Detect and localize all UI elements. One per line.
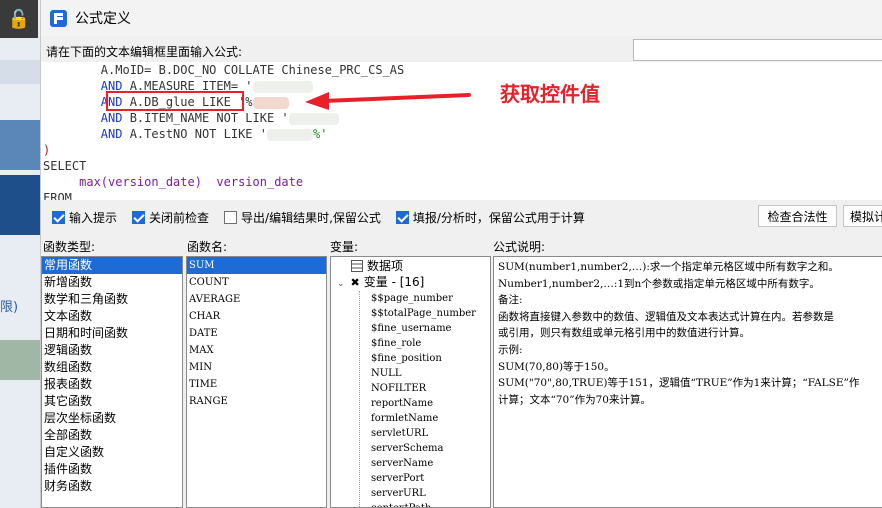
- list-item[interactable]: 其它函数: [42, 393, 182, 410]
- annotation-label: 获取控件值: [500, 82, 600, 106]
- list-item[interactable]: COUNT: [187, 274, 326, 291]
- tree-leaf[interactable]: $$totalPage_number: [371, 306, 476, 321]
- tree-leaf[interactable]: serverName: [371, 456, 433, 471]
- code-line-8: max(version_date) version_date: [79, 175, 304, 189]
- formula-dialog: 公式定义 请在下面的文本编辑框里面输入公式: A.MoID= B.DOC_NO …: [40, 0, 882, 508]
- desc-line: SUM("70",80,TRUE)等于151，逻辑值“TRUE”作为1来计算；“…: [498, 377, 860, 390]
- tree-leaf[interactable]: NULL: [371, 366, 401, 381]
- formula-editor[interactable]: A.MoID= B.DOC_NO COLLATE Chinese_PRC_CS_…: [41, 62, 882, 200]
- list-item[interactable]: MIN: [187, 359, 326, 376]
- function-type-list[interactable]: 常用函数 新增函数 数学和三角函数 文本函数 日期和时间函数 逻辑函数 数组函数…: [41, 256, 183, 508]
- checkbox-unchecked-icon[interactable]: [224, 210, 238, 224]
- list-item[interactable]: 插件函数: [42, 461, 182, 478]
- tree-leaf[interactable]: $fine_username: [371, 321, 451, 336]
- code-line-1: A.MoID= B.DOC_NO COLLATE Chinese_PRC_CS_…: [100, 63, 405, 77]
- formula-desc-header: 公式说明:: [493, 240, 546, 254]
- simulate-button[interactable]: 模拟计: [843, 205, 882, 227]
- function-name-header: 函数名:: [187, 240, 228, 254]
- keep-formula-on-fill-option[interactable]: 填报/分析时，保留公式用于计算: [395, 209, 585, 226]
- dialog-title: 公式定义: [75, 11, 131, 27]
- tree-leaf[interactable]: contextPath: [371, 501, 431, 507]
- desc-line: Number1,number2,…:1到n个参数或指定单元格区域中所有数字。: [498, 277, 820, 290]
- tree-node-variables[interactable]: ⌄ ✖ 变量 - [16]: [337, 275, 424, 290]
- variables-tree[interactable]: 数据项 ⌄ ✖ 变量 - [16] $$page_number $$totalPag…: [330, 256, 491, 508]
- bg-stripe: [0, 175, 40, 235]
- list-item[interactable]: 新增函数: [42, 274, 182, 291]
- desc-line: 备注:: [498, 294, 523, 307]
- list-item[interactable]: RANGE: [187, 393, 326, 410]
- list-item[interactable]: 层次坐标函数: [42, 410, 182, 427]
- tree-guide-line: [359, 291, 360, 507]
- code-line-7: SELECT: [43, 159, 87, 173]
- list-item[interactable]: AVERAGE: [187, 291, 326, 308]
- options-row: 输入提示 关闭前检查 导出/编辑结果时,保留公式 填报/分析时，保留公式用于计算: [41, 204, 882, 230]
- code-line-5: AND A.TestNO NOT LIKE ' %': [100, 127, 328, 141]
- checkbox-checked-icon[interactable]: [395, 210, 409, 224]
- variables-header: 变量:: [330, 240, 359, 254]
- list-item[interactable]: 文本函数: [42, 308, 182, 325]
- list-item[interactable]: 常用函数: [42, 257, 182, 274]
- check-before-close-option[interactable]: 关闭前检查: [132, 209, 209, 226]
- lock-icon[interactable]: 🔓: [0, 0, 38, 38]
- list-item[interactable]: 报表函数: [42, 376, 182, 393]
- list-item[interactable]: 数组函数: [42, 359, 182, 376]
- checkbox-checked-icon[interactable]: [52, 210, 65, 224]
- variable-icon: ✖: [350, 276, 360, 289]
- app-logo-icon: [50, 9, 67, 27]
- code-line-4: AND B.ITEM_NAME NOT LIKE ': [43, 110, 339, 126]
- tree-leaf[interactable]: $fine_role: [371, 336, 421, 351]
- desc-line: SUM(70,80)等于150。: [498, 360, 615, 373]
- background-app: 🔓 限): [0, 0, 40, 508]
- function-name-list[interactable]: SUM COUNT AVERAGE CHAR DATE MAX MIN TIME…: [186, 256, 327, 508]
- code-line-9: FROM: [43, 191, 72, 200]
- tree-leaf[interactable]: NOFILTER: [371, 381, 426, 396]
- validate-button[interactable]: 检查合法性: [758, 205, 837, 227]
- list-item[interactable]: SUM: [187, 257, 326, 274]
- tree-leaf[interactable]: $$page_number: [371, 291, 453, 306]
- list-item[interactable]: DATE: [187, 325, 326, 342]
- formula-description: SUM(number1,number2,…):求一个指定单元格区域中所有数字之和…: [493, 256, 882, 508]
- bg-stripe: [0, 340, 40, 380]
- search-input[interactable]: [633, 39, 882, 61]
- tree-leaf[interactable]: serverURL: [371, 486, 426, 501]
- desc-line: 或引用，则只有数组或单元格引用中的数值进行计算。: [498, 327, 750, 340]
- list-item[interactable]: 自定义函数: [42, 444, 182, 461]
- function-type-header: 函数类型:: [43, 240, 96, 254]
- list-item[interactable]: CHAR: [187, 308, 326, 325]
- list-item[interactable]: MAX: [187, 342, 326, 359]
- list-item[interactable]: 逻辑函数: [42, 342, 182, 359]
- bg-fragment-text: 限): [0, 300, 19, 315]
- chevron-down-icon[interactable]: ⌄: [337, 279, 345, 289]
- editor-prompt-label: 请在下面的文本编辑框里面输入公式:: [46, 45, 243, 59]
- list-item[interactable]: 财务函数: [42, 478, 182, 495]
- input-hint-option[interactable]: 输入提示: [52, 209, 117, 226]
- list-item[interactable]: 数学和三角函数: [42, 291, 182, 308]
- code-line-6: ): [43, 143, 51, 157]
- tree-leaf[interactable]: $fine_position: [371, 351, 442, 366]
- list-item[interactable]: TIME: [187, 376, 326, 393]
- checkbox-checked-icon[interactable]: [132, 210, 146, 224]
- title-bar[interactable]: 公式定义: [41, 0, 882, 36]
- desc-line: 计算；文本“70”作为70来计算。: [498, 393, 651, 406]
- list-item[interactable]: 全部函数: [42, 427, 182, 444]
- highlight-box: [106, 91, 244, 111]
- tree-leaf[interactable]: serverPort: [371, 471, 424, 486]
- desc-line: 示例:: [498, 343, 523, 356]
- tree-leaf[interactable]: reportName: [371, 396, 433, 411]
- desc-line: 函数将直接键入参数中的数值、逻辑值及文本表达式计算在内。若参数是: [498, 310, 834, 323]
- tree-leaf[interactable]: serverSchema: [371, 441, 443, 456]
- table-icon: [351, 260, 363, 272]
- tree-leaf[interactable]: formletName: [371, 411, 438, 426]
- list-item[interactable]: 日期和时间函数: [42, 325, 182, 342]
- bg-stripe: [0, 120, 40, 170]
- desc-line: SUM(number1,number2,…):求一个指定单元格区域中所有数字之和…: [498, 261, 839, 273]
- keep-formula-on-export-option[interactable]: 导出/编辑结果时,保留公式: [224, 209, 381, 226]
- tree-node-data-item[interactable]: 数据项: [351, 259, 403, 274]
- arrow-left-icon: [305, 92, 471, 110]
- bg-stripe: [0, 60, 40, 84]
- tree-leaf[interactable]: servletURL: [371, 426, 428, 441]
